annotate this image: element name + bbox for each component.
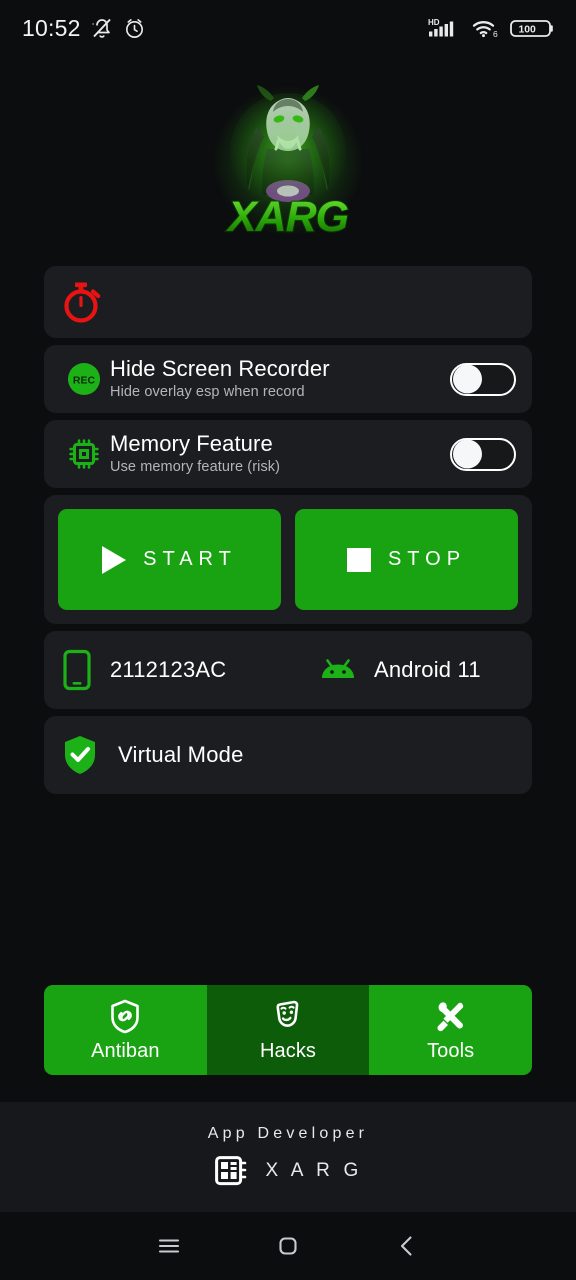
device-model: 2112123AC	[110, 657, 227, 682]
start-button-label: START	[143, 548, 237, 570]
tab-hacks[interactable]: Hacks	[206, 985, 370, 1075]
app-logo: XARG	[0, 56, 576, 266]
svg-text:100: 100	[519, 25, 537, 36]
toggle-memory-feature[interactable]	[450, 437, 516, 471]
device-model-group: 2112123AC	[60, 649, 318, 691]
setting-subtitle: Hide overlay esp when record	[110, 384, 305, 401]
android-nav-bar	[0, 1212, 576, 1280]
setting-title: Memory Feature	[110, 430, 273, 456]
android-robot-icon	[322, 659, 354, 678]
play-icon	[102, 545, 127, 574]
home-icon[interactable]	[274, 1232, 302, 1260]
android-version-group: Android 11	[318, 657, 481, 683]
stop-button-label: STOP	[387, 548, 467, 570]
setting-title: Hide Screen Recorder	[110, 355, 330, 381]
signal-icon: HD	[428, 18, 454, 37]
shield-check-icon	[65, 736, 95, 774]
stopwatch-icon	[64, 282, 101, 323]
footer: App Developer X A R G	[0, 1102, 576, 1212]
tab-tools-label: Tools	[427, 1039, 475, 1062]
logo-glow	[213, 86, 363, 236]
start-button[interactable]: START	[58, 509, 281, 610]
theater-mask-icon	[276, 1000, 299, 1027]
toggle-knob	[453, 364, 482, 394]
virtual-mode-label: Virtual Mode	[118, 742, 244, 767]
toggle-knob	[453, 439, 482, 469]
wifi-icon: 6	[472, 21, 498, 39]
android-version: Android 11	[374, 657, 481, 682]
alarm-icon	[125, 18, 143, 38]
developer-name: X A R G	[265, 1160, 363, 1181]
chip-dashboard-icon	[214, 1156, 246, 1186]
status-bar: 10:52 HD 6 100	[0, 0, 576, 56]
status-bar-clock: 10:52	[22, 14, 81, 41]
mute-icon	[92, 18, 111, 38]
back-icon[interactable]	[393, 1232, 421, 1260]
tools-icon	[437, 1001, 463, 1031]
svg-text:6: 6	[493, 29, 498, 39]
timer-card	[44, 266, 532, 338]
tab-antiban-label: Antiban	[91, 1039, 160, 1062]
status-bar-right: HD 6 100	[428, 16, 556, 40]
footer-developer: X A R G	[214, 1153, 363, 1189]
actions-card: START STOP	[44, 495, 532, 624]
setting-hide-screen-recorder[interactable]: REC Hide Screen Recorder Hide overlay es…	[44, 345, 532, 413]
setting-memory-feature[interactable]: Memory Feature Use memory feature (risk)	[44, 420, 532, 488]
tab-tools[interactable]: Tools	[369, 985, 532, 1075]
bottom-tab-bar: Antiban Hacks Tools	[44, 985, 532, 1075]
toggle-hide-screen-recorder[interactable]	[450, 362, 516, 396]
virtual-mode-card: Virtual Mode	[44, 716, 532, 794]
rec-icon: REC	[60, 361, 108, 397]
main-content: REC Hide Screen Recorder Hide overlay es…	[0, 266, 576, 794]
setting-subtitle: Use memory feature (risk)	[110, 459, 281, 476]
svg-text:HD: HD	[428, 18, 440, 27]
rec-icon-label: REC	[73, 374, 96, 386]
stop-square-icon	[346, 547, 371, 572]
recents-icon[interactable]	[155, 1232, 183, 1260]
tab-antiban[interactable]: Antiban	[44, 985, 207, 1075]
setting-text-hide-screen-recorder: Hide Screen Recorder Hide overlay esp wh…	[108, 355, 442, 402]
device-info-card: 2112123AC Android 11	[44, 631, 532, 709]
setting-text-memory-feature: Memory Feature Use memory feature (risk)	[108, 430, 442, 477]
tab-hacks-label: Hacks	[259, 1039, 317, 1062]
app-screen: 10:52 HD 6 100 REC Hide Screen Recorder …	[0, 0, 576, 1280]
shield-link-icon	[111, 999, 140, 1033]
status-bar-left: 10:52	[22, 15, 146, 42]
memory-chip-icon	[60, 437, 108, 471]
footer-title: App Developer	[207, 1125, 369, 1142]
smartphone-icon	[63, 649, 91, 691]
battery-icon: 100	[510, 20, 553, 37]
stop-button[interactable]: STOP	[295, 509, 518, 610]
